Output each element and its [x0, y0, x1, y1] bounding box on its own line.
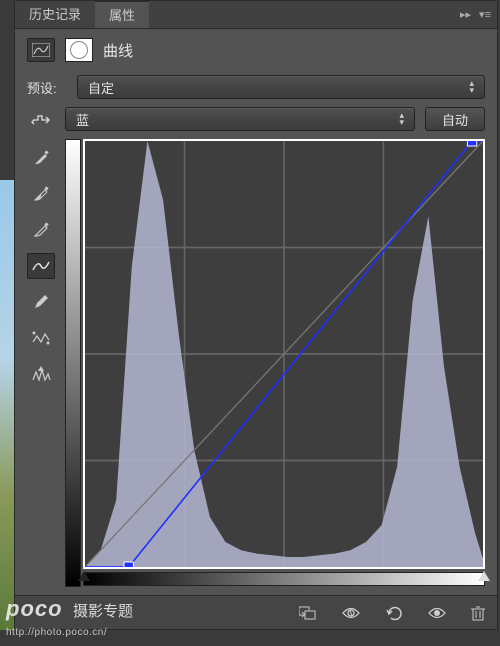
preset-select[interactable]: 自定 ▴▾ — [77, 75, 485, 99]
auto-button[interactable]: 自动 — [425, 107, 485, 131]
white-point-slider[interactable] — [478, 571, 490, 581]
curve-pencil-tool-icon[interactable] — [27, 289, 55, 315]
collapse-icon[interactable]: ▸▸ — [460, 8, 471, 21]
reset-icon[interactable] — [385, 605, 403, 621]
properties-panel: 历史记录 属性 ▸▸ ▾≡ 曲线 预设: 自定 ▴▾ 蓝 ▴▾ 自动 — [14, 0, 498, 630]
smooth-tool-icon[interactable] — [27, 325, 55, 351]
targeted-adjust-icon[interactable] — [27, 107, 55, 131]
eyedropper-black-icon[interactable] — [27, 145, 55, 171]
panel-menu-icon[interactable]: ▾≡ — [479, 8, 491, 21]
output-gradient — [65, 139, 81, 587]
watermark: poco 摄影专题 http://photo.poco.cn/ — [6, 596, 133, 640]
preset-label: 预设: — [27, 78, 67, 97]
eyedropper-gray-icon[interactable] — [27, 181, 55, 207]
preview-icon[interactable] — [427, 606, 447, 620]
input-gradient[interactable] — [83, 572, 485, 586]
curve-point-tool-icon[interactable] — [27, 253, 55, 279]
adjustment-type-icon[interactable] — [27, 38, 55, 62]
toggle-visibility-icon[interactable] — [341, 606, 361, 620]
clip-warning-icon[interactable] — [27, 361, 55, 387]
tab-properties[interactable]: 属性 — [95, 1, 149, 28]
channel-value: 蓝 — [76, 110, 89, 129]
clip-to-layer-icon[interactable] — [299, 605, 317, 621]
preset-value: 自定 — [88, 78, 114, 97]
watermark-brand: poco — [6, 596, 63, 621]
layer-mask-thumbnail[interactable] — [65, 38, 93, 62]
watermark-url: http://photo.poco.cn/ — [6, 627, 107, 638]
panel-header: 曲线 — [15, 29, 497, 71]
channel-row: 蓝 ▴▾ 自动 — [15, 103, 497, 135]
panel-tabs: 历史记录 属性 ▸▸ ▾≡ — [15, 1, 497, 29]
watermark-sub: 摄影专题 — [73, 603, 133, 620]
curves-toolbar — [27, 139, 59, 587]
updown-icon: ▴▾ — [469, 80, 474, 94]
black-point-slider[interactable] — [78, 571, 90, 581]
channel-select[interactable]: 蓝 ▴▾ — [65, 107, 415, 131]
preset-row: 预设: 自定 ▴▾ — [15, 71, 497, 103]
tab-history[interactable]: 历史记录 — [15, 1, 95, 28]
eyedropper-white-icon[interactable] — [27, 217, 55, 243]
adjustment-title: 曲线 — [103, 40, 133, 61]
curves-plot[interactable] — [83, 139, 485, 569]
trash-icon[interactable] — [471, 605, 485, 621]
updown-icon: ▴▾ — [399, 112, 404, 126]
